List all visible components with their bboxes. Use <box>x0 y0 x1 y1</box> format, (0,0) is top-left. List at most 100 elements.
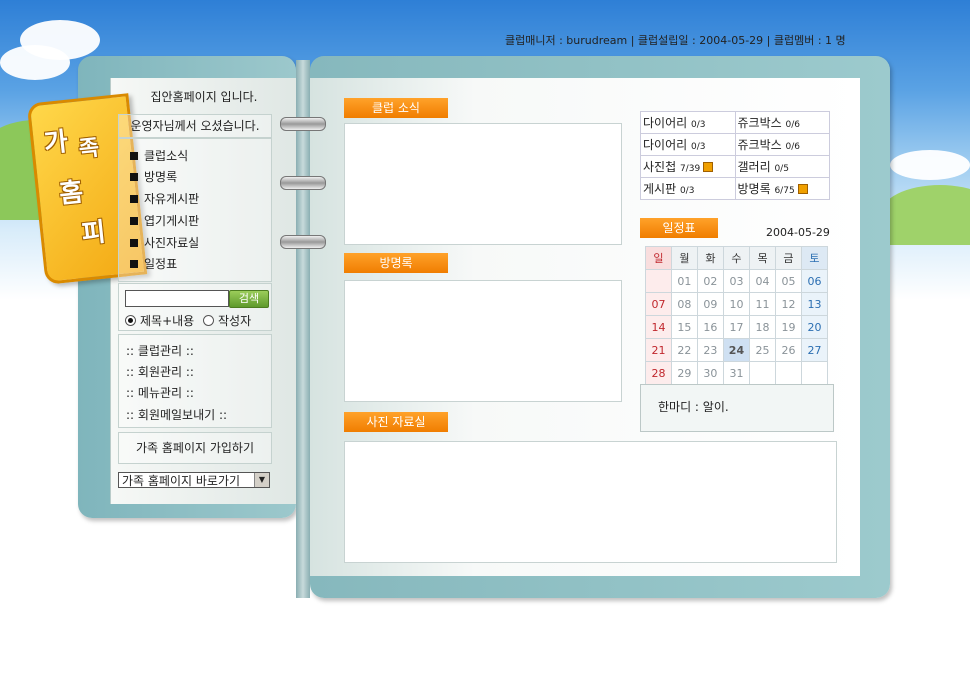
calendar-day[interactable]: 25 <box>749 338 777 362</box>
club-news-label: 클럽 소식 <box>344 98 448 118</box>
calendar-day[interactable]: 17 <box>722 315 751 339</box>
calendar-week-row: 21 22 23 24 25 26 27 <box>645 338 829 362</box>
calendar-day[interactable]: 05 <box>775 269 802 293</box>
stats-name: 쥬크박스 <box>737 138 782 152</box>
stats-row: 다이어리 0/3 쥬크박스 0/6 <box>640 133 830 156</box>
calendar-day[interactable]: 26 <box>775 338 802 362</box>
calendar-day[interactable]: 20 <box>800 315 829 339</box>
photo-archive-label: 사진 자료실 <box>344 412 448 432</box>
calendar-day[interactable]: 27 <box>800 338 829 362</box>
club-news-panel <box>344 123 622 245</box>
stats-name: 다이어리 <box>643 116 688 130</box>
stats-cell[interactable]: 갤러리 0/5 <box>734 155 830 178</box>
weekday-cell: 월 <box>670 246 698 270</box>
calendar-day[interactable]: 18 <box>749 315 777 339</box>
one-line-comment-box: 한마디 : 알이. <box>640 384 834 432</box>
weekday-cell: 토 <box>800 246 829 270</box>
radio-label: 제목+내용 <box>140 314 195 328</box>
stats-name: 방명록 <box>737 182 771 196</box>
calendar-day[interactable]: 31 <box>722 361 751 385</box>
menu-item-funny-board[interactable]: 엽기게시판 <box>130 212 199 229</box>
admin-link-menu[interactable]: :: 메뉴관리 :: <box>126 384 194 401</box>
cloud-decoration <box>890 150 970 180</box>
menu-item-photo-archive[interactable]: 사진자료실 <box>130 234 199 251</box>
calendar-day-today[interactable]: 24 <box>722 338 751 362</box>
stats-count: 0/6 <box>785 120 800 130</box>
menu-item-club-news[interactable]: 클럽소식 <box>130 147 188 164</box>
stats-count: 6/75 <box>774 186 795 196</box>
calendar-day <box>645 269 672 293</box>
menu-item-free-board[interactable]: 자유게시판 <box>130 190 199 207</box>
stats-cell[interactable]: 다이어리 0/3 <box>640 133 736 156</box>
search-input[interactable] <box>125 290 229 307</box>
menu-label: 방명록 <box>144 170 178 184</box>
stats-cell[interactable]: 사진첩 7/39 <box>640 155 736 178</box>
calendar-day[interactable]: 13 <box>800 292 829 316</box>
calendar-day[interactable]: 04 <box>749 269 777 293</box>
calendar-date: 2004-05-29 <box>766 226 830 239</box>
menu-label: 사진자료실 <box>144 236 200 250</box>
goto-select[interactable]: 가족 홈페이지 바로가기 ▼ <box>118 472 270 488</box>
calendar-day[interactable]: 30 <box>696 361 724 385</box>
stats-count: 0/6 <box>785 142 800 152</box>
tab-char: 피 <box>80 217 108 250</box>
menu-item-guestbook[interactable]: 방명록 <box>130 168 177 185</box>
stats-name: 다이어리 <box>643 138 688 152</box>
stats-cell[interactable]: 게시판 0/3 <box>640 177 736 200</box>
admin-link-mail[interactable]: :: 회원메일보내기 :: <box>126 406 227 423</box>
calendar-day[interactable]: 28 <box>645 361 672 385</box>
menu-label: 자유게시판 <box>144 192 200 206</box>
calendar-day[interactable]: 14 <box>645 315 672 339</box>
calendar-day[interactable]: 09 <box>696 292 724 316</box>
stats-cell[interactable]: 다이어리 0/3 <box>640 111 736 134</box>
calendar-day[interactable]: 02 <box>696 269 724 293</box>
goto-select-value: 가족 홈페이지 바로가기 <box>122 474 241 488</box>
schedule-label: 일정표 <box>640 218 718 238</box>
calendar-day[interactable]: 22 <box>670 338 698 362</box>
stats-cell[interactable]: 쥬크박스 0/6 <box>734 133 830 156</box>
calendar-day[interactable]: 08 <box>670 292 698 316</box>
welcome-text: 집안홈페이지 입니다. <box>150 90 258 104</box>
admin-link-club[interactable]: :: 클럽관리 :: <box>126 342 194 359</box>
binder-ring <box>280 235 326 249</box>
calendar-day[interactable]: 06 <box>800 269 829 293</box>
weekday-cell: 목 <box>749 246 777 270</box>
calendar-day[interactable]: 10 <box>722 292 751 316</box>
radio-unchecked-icon <box>203 315 214 326</box>
weekday-cell: 화 <box>696 246 724 270</box>
calendar-day[interactable]: 11 <box>749 292 777 316</box>
radio-title-content[interactable]: 제목+내용 <box>125 312 194 329</box>
bullet-icon <box>130 195 138 203</box>
stats-cell[interactable]: 방명록 6/75 <box>734 177 830 200</box>
calendar-day[interactable]: 03 <box>722 269 751 293</box>
stats-count: 7/39 <box>679 164 701 174</box>
dropdown-arrow-icon[interactable]: ▼ <box>254 473 269 487</box>
hill-decoration <box>880 185 970 245</box>
admin-link-members[interactable]: :: 회원관리 :: <box>126 363 194 380</box>
calendar-day[interactable]: 21 <box>645 338 672 362</box>
calendar-day <box>775 361 802 385</box>
tab-char: 족 <box>77 135 101 163</box>
search-button[interactable]: 검색 <box>229 290 269 308</box>
calendar-weekday-row: 일 월 화 수 목 금 토 <box>645 246 829 270</box>
calendar-day <box>749 361 777 385</box>
tab-char: 가 <box>42 126 70 160</box>
stats-count: 0/3 <box>691 120 706 130</box>
calendar-day[interactable]: 12 <box>775 292 802 316</box>
calendar-day[interactable]: 29 <box>670 361 698 385</box>
menu-item-schedule[interactable]: 일정표 <box>130 255 177 272</box>
calendar-day[interactable]: 01 <box>670 269 698 293</box>
operator-text: 운영자님께서 오셨습니다. <box>130 119 260 133</box>
calendar-day[interactable]: 07 <box>645 292 672 316</box>
join-button[interactable]: 가족 홈페이지 가입하기 <box>118 432 272 464</box>
stats-name: 게시판 <box>643 182 677 196</box>
calendar-day[interactable]: 15 <box>670 315 698 339</box>
bullet-icon <box>130 260 138 268</box>
club-info: 클럽매니저 : burudream | 클럽설립일 : 2004-05-29 |… <box>505 34 846 47</box>
stats-cell[interactable]: 쥬크박스 0/6 <box>734 111 830 134</box>
calendar-day[interactable]: 23 <box>696 338 724 362</box>
calendar-day[interactable]: 19 <box>775 315 802 339</box>
one-line-comment: 한마디 : 알이. <box>658 400 729 414</box>
radio-author[interactable]: 작성자 <box>203 312 251 329</box>
calendar-day[interactable]: 16 <box>696 315 724 339</box>
